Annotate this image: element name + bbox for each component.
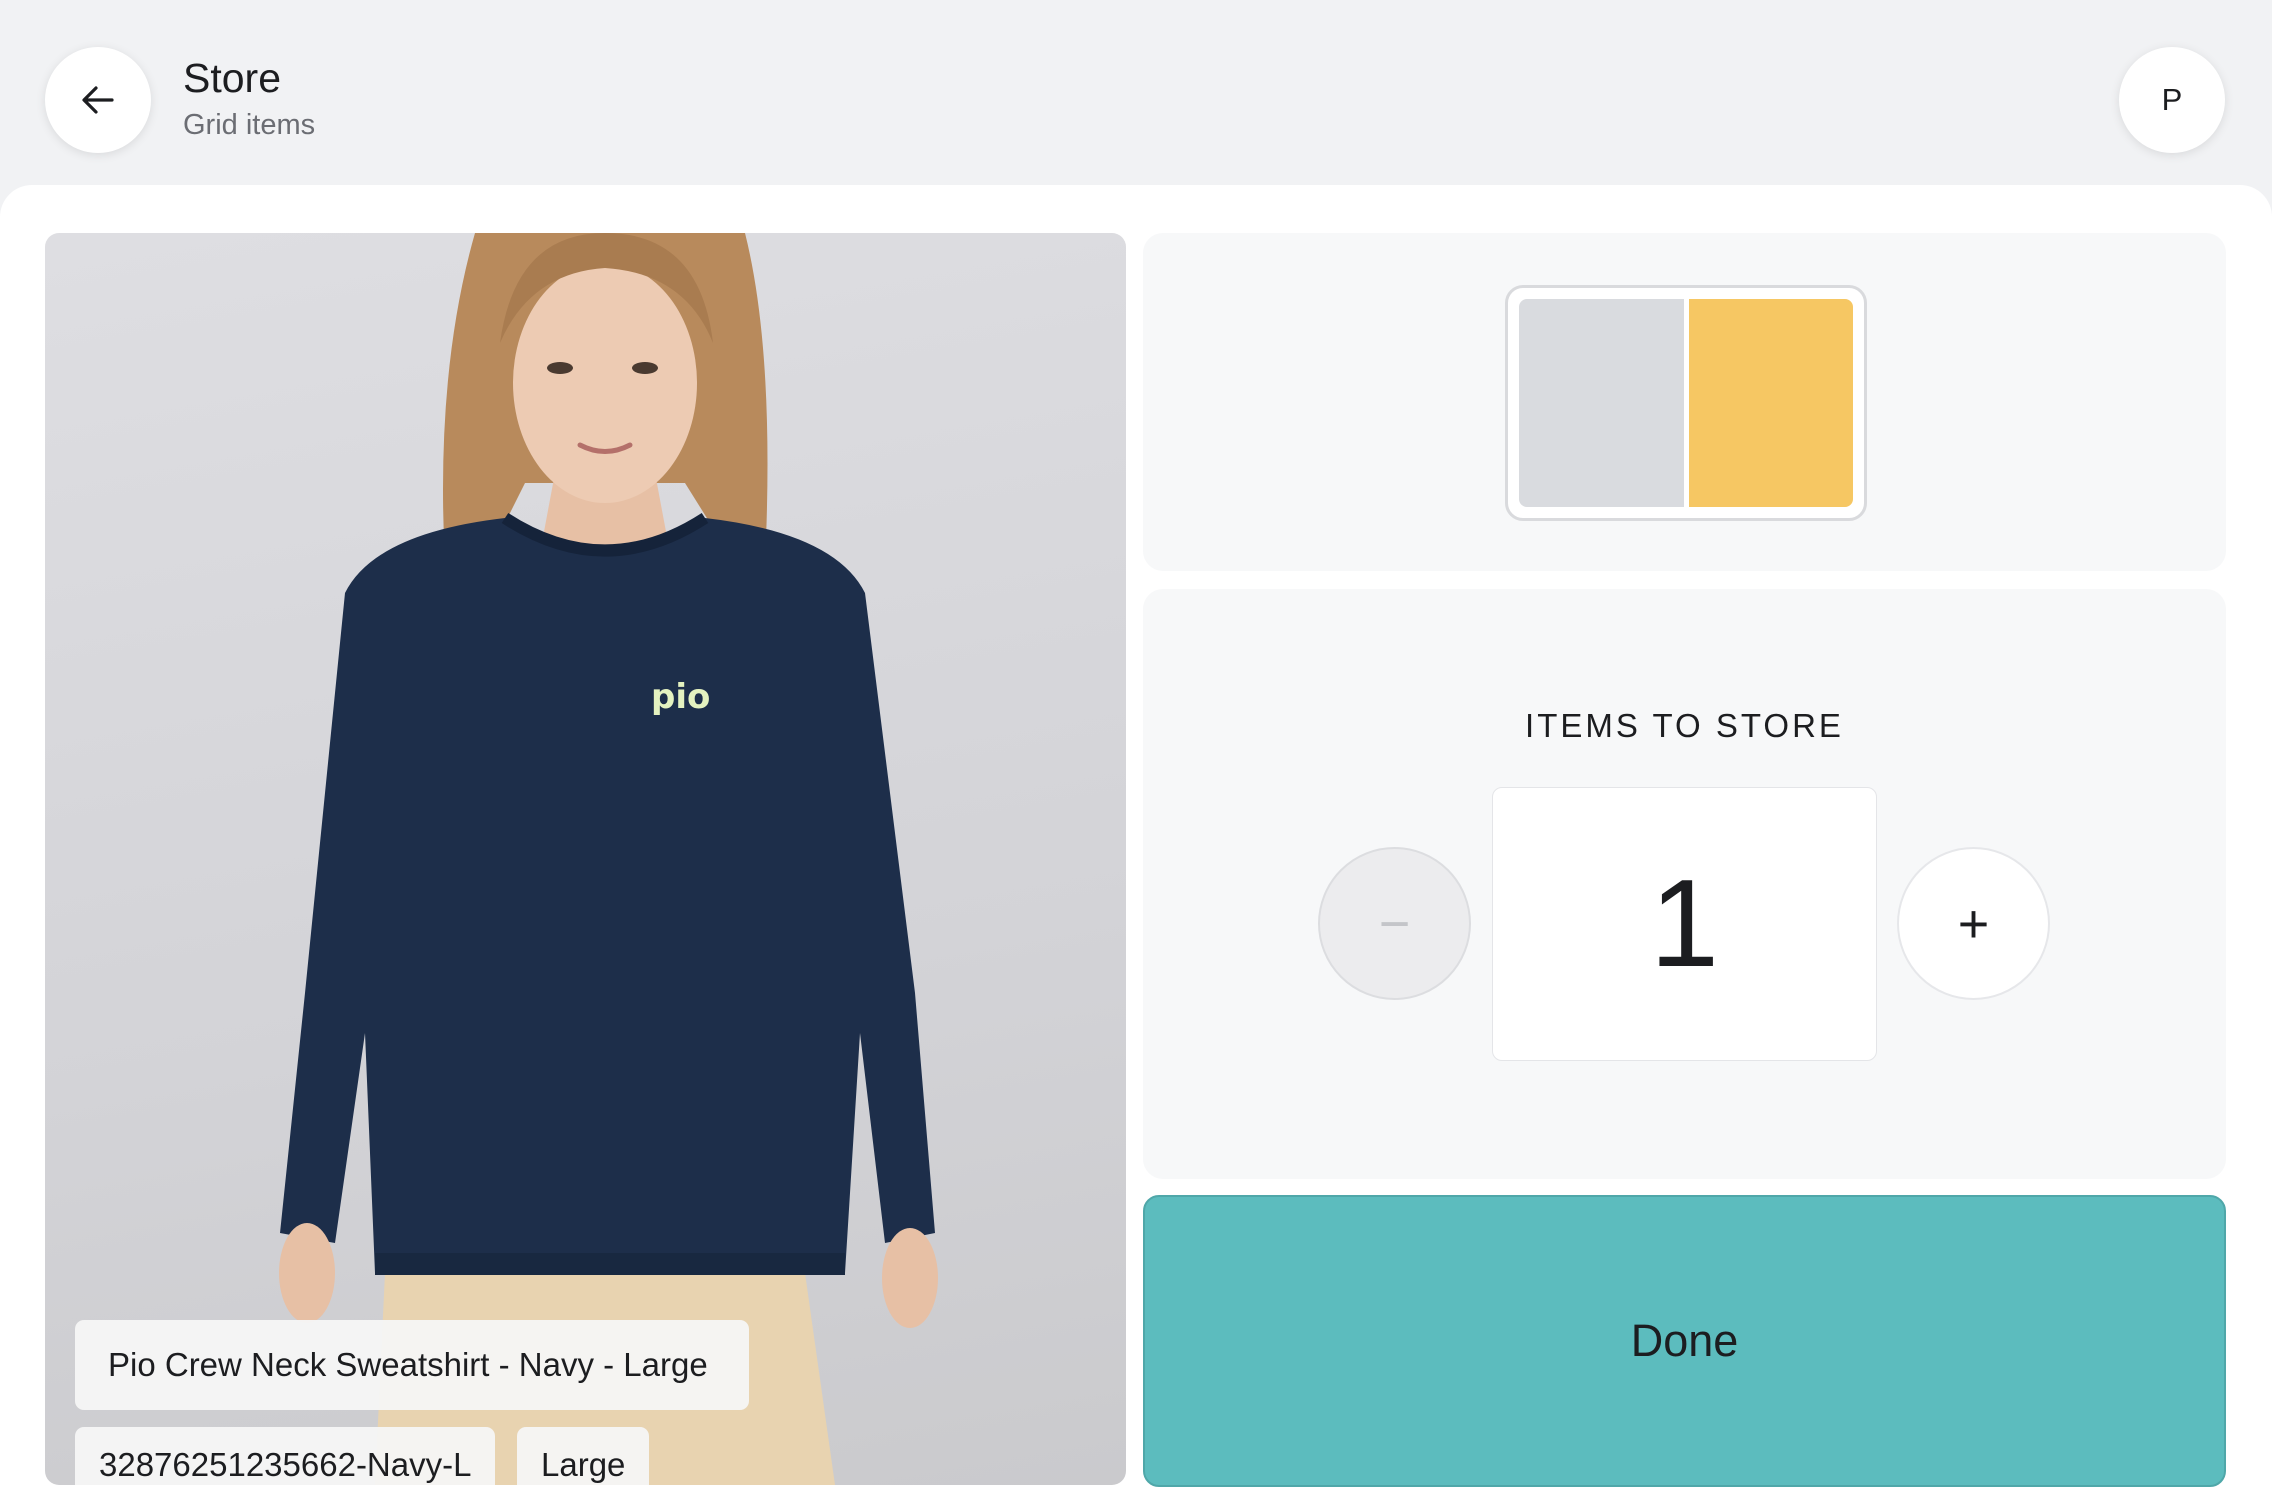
grid-cell-selected[interactable] bbox=[1688, 299, 1853, 507]
product-image: pio Pio Crew Neck Sweatshirt - Navy - La… bbox=[45, 233, 1126, 1485]
grid-cell-empty[interactable] bbox=[1519, 299, 1684, 507]
increment-button[interactable]: + bbox=[1897, 847, 2050, 1000]
avatar[interactable]: P bbox=[2119, 47, 2225, 153]
main-panel: pio Pio Crew Neck Sweatshirt - Navy - La… bbox=[0, 185, 2272, 1506]
done-button[interactable]: Done bbox=[1143, 1195, 2226, 1487]
grid-location-widget bbox=[1505, 285, 1867, 521]
back-button[interactable] bbox=[45, 47, 151, 153]
page-title: Store bbox=[183, 55, 281, 101]
product-sku-chip: 32876251235662-Navy-L bbox=[75, 1427, 496, 1485]
product-size-chip: Large bbox=[517, 1427, 650, 1485]
minus-icon: − bbox=[1378, 893, 1411, 954]
arrow-left-icon bbox=[82, 86, 114, 114]
decrement-button[interactable]: − bbox=[1318, 847, 1471, 1000]
quantity-label: ITEMS TO STORE bbox=[1525, 707, 1844, 744]
page-subtitle: Grid items bbox=[183, 109, 316, 141]
product-photo-illustration: pio bbox=[279, 233, 938, 1485]
pio-logo: pio bbox=[651, 677, 710, 717]
plus-icon: + bbox=[1957, 893, 1990, 954]
product-name-chip: Pio Crew Neck Sweatshirt - Navy - Large bbox=[75, 1320, 749, 1410]
page-heading: Store Grid items bbox=[183, 52, 315, 144]
app-header: Store Grid items P bbox=[0, 0, 2272, 185]
grid-location-card bbox=[1143, 233, 2226, 571]
quantity-value[interactable]: 1 bbox=[1492, 787, 1877, 1061]
quantity-card: ITEMS TO STORE − 1 + bbox=[1143, 589, 2226, 1179]
